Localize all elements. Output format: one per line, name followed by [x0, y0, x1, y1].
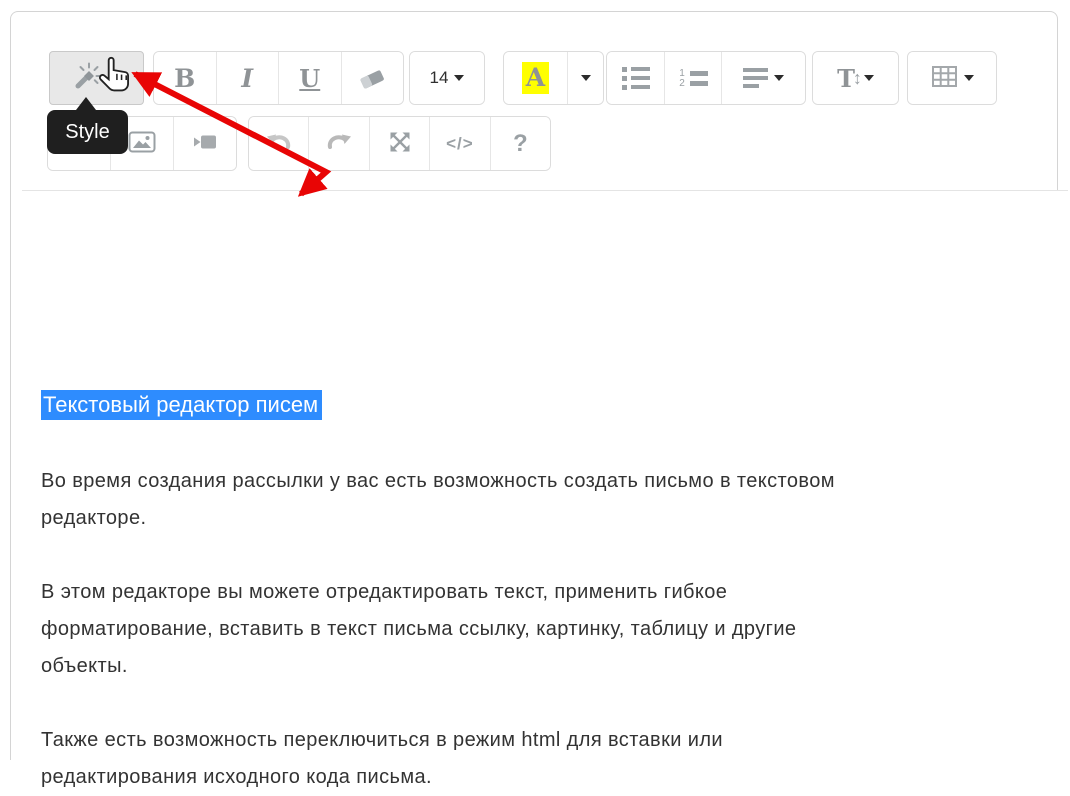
ordered-list-icon: 1 2	[679, 70, 708, 87]
code-view-button[interactable]: </>	[429, 117, 489, 170]
unordered-list-icon	[622, 67, 650, 90]
text-line: редакторе.	[41, 500, 835, 537]
paragraph: В этом редакторе вы можете отредактирова…	[41, 574, 796, 685]
table-group	[907, 51, 997, 105]
undo-icon	[265, 132, 293, 155]
text-line: редактирования исходного кода письма.	[41, 759, 723, 796]
table-icon	[931, 65, 958, 91]
ordered-list-button[interactable]: 1 2	[664, 52, 721, 104]
underline-icon: U	[299, 64, 320, 93]
bold-button[interactable]: B	[154, 52, 216, 104]
text-line: объекты.	[41, 648, 796, 685]
align-button[interactable]	[721, 52, 805, 104]
image-icon	[128, 130, 156, 157]
text-line: Во время создания рассылки у вас есть во…	[41, 463, 835, 500]
text-color-dropdown-button[interactable]	[567, 52, 603, 104]
vertical-arrows-icon: ↕	[853, 68, 862, 89]
text-line: форматирование, вставить в текст письма …	[41, 611, 796, 648]
chevron-down-icon	[454, 75, 464, 81]
chevron-down-icon	[110, 75, 120, 81]
chevron-down-icon	[964, 75, 974, 81]
text-color-icon: A	[522, 62, 549, 94]
help-icon: ?	[513, 130, 528, 158]
text-color-group: A	[503, 51, 604, 105]
list-align-group: 1 2	[606, 51, 806, 105]
clear-formatting-button[interactable]	[341, 52, 404, 104]
insert-video-button[interactable]	[173, 117, 236, 170]
paragraph-style-button[interactable]	[49, 51, 144, 105]
bold-icon: B	[174, 64, 195, 93]
font-size-value: 14	[430, 68, 449, 88]
font-size-button[interactable]: 14	[410, 52, 484, 104]
chevron-down-icon	[774, 75, 784, 81]
line-height-group: T ↕	[812, 51, 899, 105]
redo-button[interactable]	[308, 117, 368, 170]
editor-content-area[interactable]: Текстовый редактор писем Во время создан…	[11, 191, 1059, 761]
font-size-group: 14	[409, 51, 485, 105]
redo-icon	[325, 132, 353, 155]
magic-wand-icon	[73, 62, 103, 94]
text-line: В этом редакторе вы можете отредактирова…	[41, 574, 796, 611]
fullscreen-expand-icon	[388, 130, 412, 157]
text-color-button[interactable]: A	[504, 52, 567, 104]
align-left-icon	[743, 68, 768, 88]
video-camera-icon	[192, 133, 218, 154]
actions-group: </> ?	[248, 116, 551, 171]
chevron-down-icon	[864, 75, 874, 81]
underline-button[interactable]: U	[278, 52, 341, 104]
text-line: Также есть возможность переключиться в р…	[41, 722, 723, 759]
paragraph: Также есть возможность переключиться в р…	[41, 722, 723, 796]
italic-button[interactable]: I	[216, 52, 279, 104]
unordered-list-button[interactable]	[607, 52, 664, 104]
chevron-down-icon	[581, 75, 591, 81]
eraser-icon	[358, 64, 386, 93]
italic-icon: I	[241, 64, 253, 93]
selected-heading: Текстовый редактор писем	[41, 390, 322, 420]
code-icon: </>	[446, 134, 474, 154]
text-format-group: B I U	[153, 51, 404, 105]
insert-table-button[interactable]	[908, 52, 996, 104]
fullscreen-button[interactable]	[369, 117, 429, 170]
line-height-button[interactable]: T ↕	[813, 52, 898, 104]
undo-button[interactable]	[249, 117, 308, 170]
style-tooltip: Style	[47, 110, 128, 154]
paragraph: Во время создания рассылки у вас есть во…	[41, 463, 835, 537]
rich-text-editor: B I U 14 A	[10, 11, 1058, 760]
help-button[interactable]: ?	[490, 117, 550, 170]
tooltip-pointer	[76, 97, 96, 110]
